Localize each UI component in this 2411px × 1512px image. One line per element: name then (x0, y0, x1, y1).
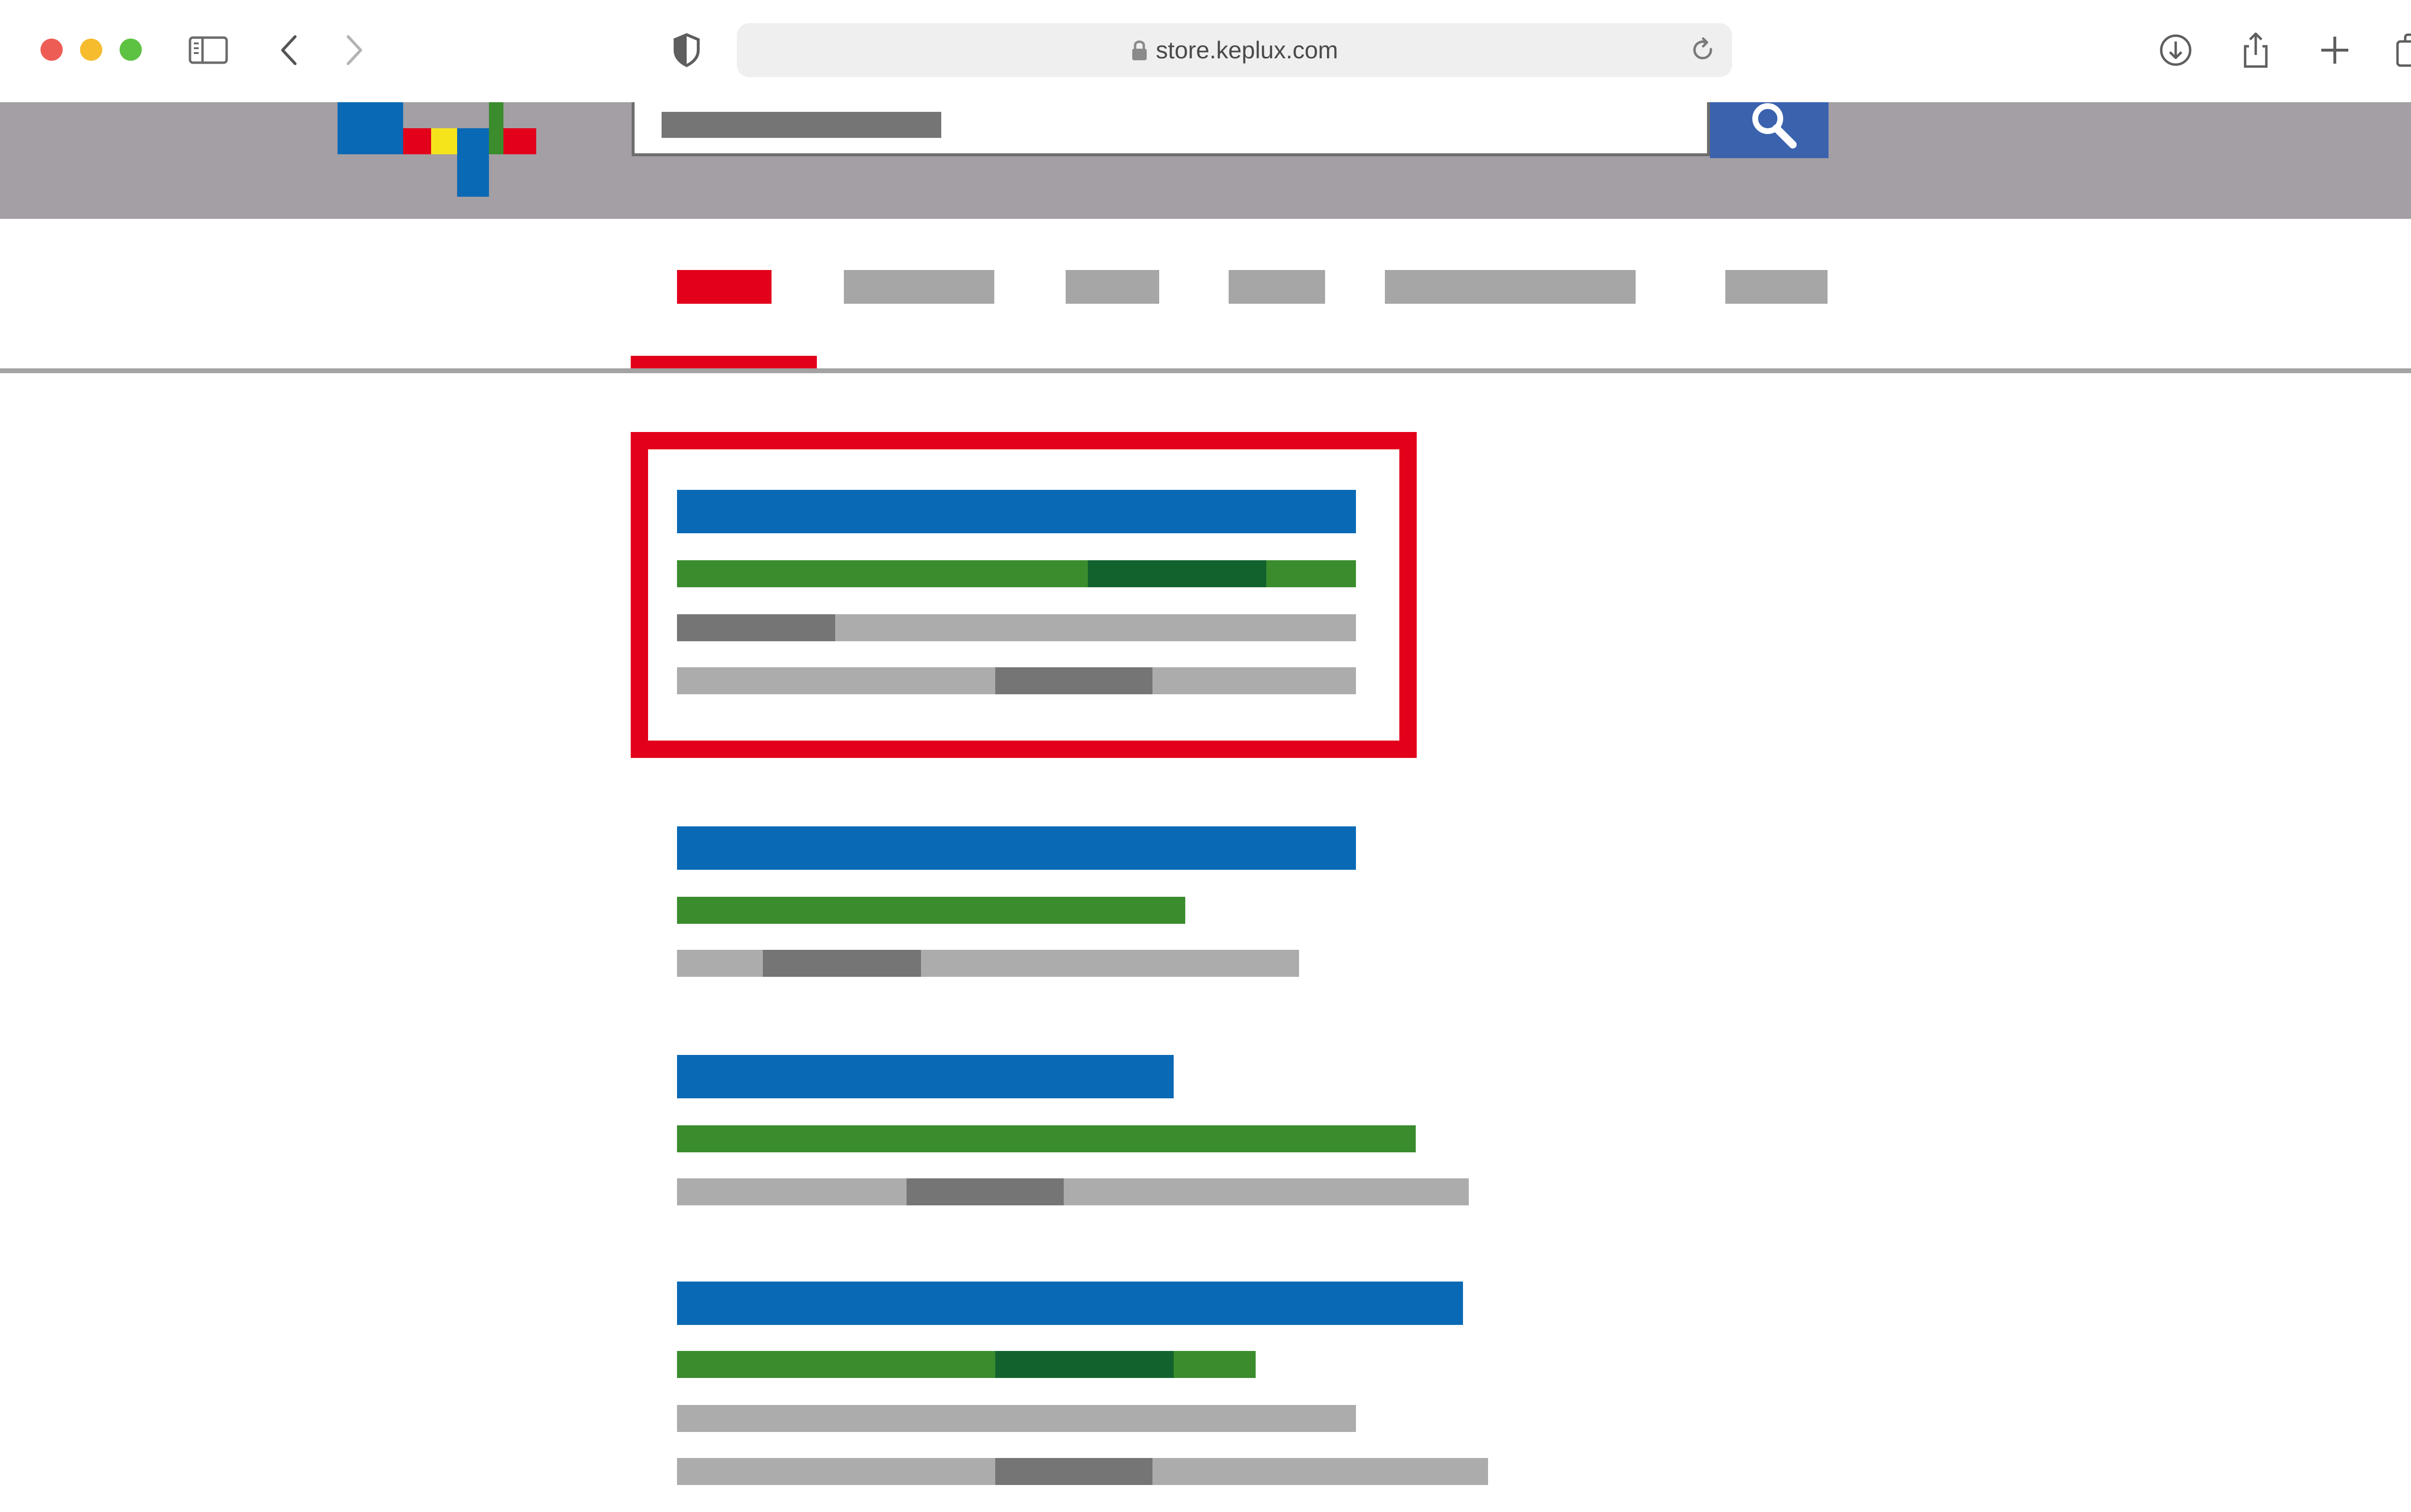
highlighted-result-frame (631, 432, 1417, 758)
result-snippet (921, 950, 1299, 977)
result-url (677, 1351, 995, 1378)
result-url (677, 897, 1185, 924)
sidebar-icon[interactable] (188, 30, 229, 70)
nav-item[interactable] (844, 270, 994, 304)
zoom-window-button[interactable] (120, 39, 142, 61)
result-snippet (1152, 667, 1356, 694)
result-snippet-highlight (677, 614, 835, 641)
logo-block-green (489, 102, 503, 154)
result-snippet-highlight (995, 1458, 1152, 1485)
result-url (677, 1125, 1416, 1152)
url-text: store.keplux.com (1156, 37, 1338, 64)
search-icon (1752, 103, 1797, 148)
result-snippet (1064, 1178, 1469, 1205)
back-icon[interactable] (270, 30, 311, 70)
logo-block-red (403, 128, 431, 154)
search-input[interactable] (632, 102, 1710, 156)
result-title-link[interactable] (677, 1282, 1463, 1325)
result-snippet (677, 1178, 907, 1205)
result-snippet (677, 950, 763, 977)
minimize-window-button[interactable] (80, 39, 102, 61)
result-snippet (835, 614, 1356, 641)
search-placeholder-text (662, 112, 941, 138)
forward-icon[interactable] (333, 30, 373, 70)
result-snippet-highlight (995, 667, 1152, 694)
result-title-link[interactable] (677, 1055, 1174, 1098)
nav-item-active[interactable] (677, 270, 772, 304)
download-icon[interactable] (2155, 30, 2196, 70)
new-tab-icon[interactable] (2315, 30, 2355, 70)
logo-block-yellow (431, 128, 457, 154)
site-logo[interactable] (338, 102, 536, 197)
share-icon[interactable] (2235, 30, 2276, 70)
shield-icon[interactable] (666, 30, 707, 70)
nav-item[interactable] (1229, 270, 1325, 304)
address-bar[interactable]: store.keplux.com (737, 23, 1732, 77)
search-button[interactable] (1710, 102, 1829, 158)
result-title-link[interactable] (677, 490, 1356, 533)
result-title-link[interactable] (677, 826, 1356, 870)
result-url-highlight (1088, 560, 1266, 587)
result-snippet-highlight (907, 1178, 1064, 1205)
logo-block-red-right (503, 128, 536, 154)
lock-icon (1132, 40, 1147, 60)
result-snippet (677, 667, 995, 694)
result-snippet-highlight (763, 950, 921, 977)
result-snippet (677, 1405, 1356, 1432)
nav-item[interactable] (1066, 270, 1159, 304)
url-display: store.keplux.com (737, 23, 1732, 77)
result-url-highlight (995, 1351, 1174, 1378)
tabs-overview-icon[interactable] (2394, 30, 2411, 70)
result-url (677, 560, 1088, 587)
nav-divider (0, 368, 2411, 373)
nav-item[interactable] (1725, 270, 1828, 304)
nav-active-indicator (631, 356, 817, 369)
logo-block-blue-vertical (457, 128, 489, 197)
reload-icon[interactable] (1688, 35, 1719, 66)
result-snippet (1152, 1458, 1488, 1485)
result-url (1266, 560, 1356, 587)
logo-block-blue (338, 102, 403, 154)
result-url (1174, 1351, 1256, 1378)
result-snippet (677, 1458, 995, 1485)
browser-toolbar: store.keplux.com (0, 0, 2411, 102)
nav-item[interactable] (1385, 270, 1636, 304)
close-window-button[interactable] (41, 39, 63, 61)
